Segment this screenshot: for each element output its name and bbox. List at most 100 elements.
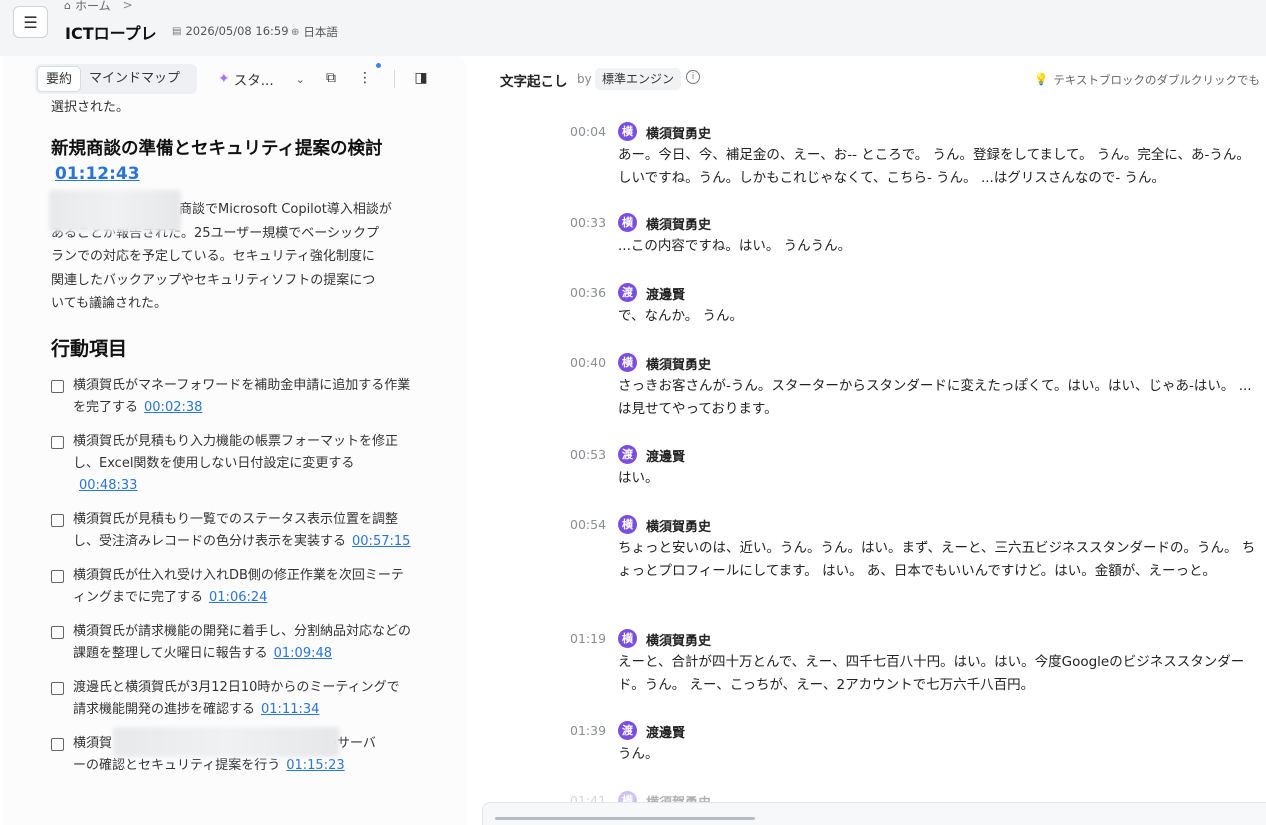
action-checkbox[interactable] xyxy=(51,625,64,639)
entry-time[interactable]: 00:53 xyxy=(570,447,606,462)
ai-template-button[interactable]: ✦ スタ... ⌄ xyxy=(218,67,305,91)
speaker-name: 渡邊賢 xyxy=(646,288,686,303)
speaker-name: 横須賀勇史 xyxy=(646,520,712,535)
speaker-name: 横須賀勇史 xyxy=(646,218,712,233)
action-timestamp[interactable]: 01:11:34 xyxy=(261,702,319,717)
speaker-avatar: 横 xyxy=(618,213,637,232)
toolbar-divider xyxy=(394,70,395,88)
entry-time[interactable]: 01:39 xyxy=(570,723,606,738)
action-timestamp[interactable]: 00:48:33 xyxy=(79,478,137,493)
calendar-icon: ▤ xyxy=(172,25,182,37)
action-text: 横須賀氏がマネーフォワードを補助金申請に追加する作業を完了する xyxy=(73,377,411,415)
tab-mindmap[interactable]: マインドマップ xyxy=(81,66,188,92)
speaker-name: 横須賀勇史 xyxy=(646,358,712,373)
transcript-title: 文字起こし xyxy=(500,74,568,90)
top-bar: ☰ ⌂ ホーム > ICTロープレ ▤ 2026/05/08 16:59 ⊕ 日… xyxy=(0,0,1266,56)
para-line: 関連したバックアップやセキュリティソフトの提案につ xyxy=(51,272,376,288)
redaction-blur xyxy=(113,726,339,757)
breadcrumb-separator: > xyxy=(122,0,133,12)
action-items-list: 横須賀氏がマネーフォワードを補助金申請に追加する作業を完了する 00:02:38 … xyxy=(51,375,411,777)
action-text: ーの確認とセキュリティ提案を行う xyxy=(73,757,281,773)
page-title: ICTロープレ xyxy=(65,24,157,43)
summary-panel: 要約 マインドマップ ✦ スタ... ⌄ ⧉ ⋮ ◨ 選択された。 新規商談の準… xyxy=(3,56,466,825)
utterance-text[interactable]: えーと、合計が四十万とんで、えー、四千七百八十円。はい。はい。今度Googleの… xyxy=(618,651,1258,696)
action-checkbox[interactable] xyxy=(51,569,64,583)
hamburger-icon: ☰ xyxy=(23,12,38,32)
action-checkbox[interactable] xyxy=(51,379,64,393)
summary-cut-line: 選択された。 xyxy=(51,100,130,115)
meeting-datetime: ▤ 2026/05/08 16:59 xyxy=(172,24,289,38)
entry-time[interactable]: 00:54 xyxy=(570,517,606,532)
utterance-text[interactable]: はい。 xyxy=(618,467,1258,490)
globe-icon: ⊕ xyxy=(291,26,300,38)
speaker-name: 渡邊賢 xyxy=(646,726,686,741)
section-timestamp[interactable]: 01:12:43 xyxy=(55,164,140,184)
speaker-avatar: 横 xyxy=(618,515,637,534)
transcript-by: by xyxy=(577,72,592,86)
action-item: 横須賀 ルサーバ ーの確認とセキュリティ提案を行う 01:15:23 xyxy=(51,726,411,777)
action-checkbox[interactable] xyxy=(51,435,64,449)
speaker-name: 横須賀勇史 xyxy=(646,634,712,649)
info-icon[interactable]: i xyxy=(686,70,700,84)
speaker-avatar: 渡 xyxy=(618,445,637,464)
action-items-title: 行動項目 xyxy=(51,337,128,360)
utterance-text[interactable]: ちょっと安いのは、近い。うん。うん。はい。まず、えーと、三六五ビジネススタンダー… xyxy=(618,537,1258,582)
action-text: 横須賀氏が請求機能の開発に着手し、分割納品対応などの課題を整理して火曜日に報告す… xyxy=(73,623,412,661)
datetime-text: 2026/05/08 16:59 xyxy=(185,24,289,38)
action-checkbox[interactable] xyxy=(51,681,64,695)
action-timestamp[interactable]: 01:09:48 xyxy=(274,646,332,661)
transcript-panel: 文字起こし by 標準エンジン i 💡 テキストブロックのダブルクリックでも 00… xyxy=(466,56,1266,825)
entry-time[interactable]: 01:19 xyxy=(570,631,606,646)
action-item: 横須賀氏がマネーフォワードを補助金申請に追加する作業を完了する 00:02:38 xyxy=(51,375,411,419)
audio-player-bar[interactable] xyxy=(482,802,1266,825)
action-text: 渡邊氏と横須賀氏が3月12日10時からのミーティングで請求機能開発の進捗を確認す… xyxy=(73,679,400,717)
action-checkbox[interactable] xyxy=(51,737,64,751)
action-item: 横須賀氏が請求機能の開発に着手し、分割納品対応などの課題を整理して火曜日に報告す… xyxy=(51,621,411,665)
sparkle-icon: ✦ xyxy=(218,71,230,87)
action-timestamp[interactable]: 01:06:24 xyxy=(209,590,267,605)
speaker-name: 渡邊賢 xyxy=(646,450,686,465)
hint-text: 💡 テキストブロックのダブルクリックでも xyxy=(1034,72,1260,88)
summary-content: 選択された。 新規商談の準備とセキュリティ提案の検討 01:12:43 商談でM… xyxy=(49,96,411,789)
menu-button[interactable]: ☰ xyxy=(13,6,48,38)
home-icon[interactable]: ⌂ xyxy=(64,0,71,12)
utterance-text[interactable]: で、なんか。 うん。 xyxy=(618,305,1258,328)
language-text: 日本語 xyxy=(303,25,338,39)
redaction-blur xyxy=(49,190,181,232)
speaker-avatar: 横 xyxy=(618,122,637,141)
action-text: 横須賀氏が見積もり一覧でのステータス表示位置を調整し、受注済みレコードの色分け表… xyxy=(73,511,399,549)
action-item: 横須賀氏が見積もり入力機能の帳票フォーマットを修正し、Excel関数を使用しない… xyxy=(51,431,411,497)
engine-badge[interactable]: 標準エンジン xyxy=(595,68,682,90)
entry-time[interactable]: 00:40 xyxy=(570,355,606,370)
collapse-panel-icon[interactable]: ◨ xyxy=(411,68,431,88)
entry-time[interactable]: 00:33 xyxy=(570,215,606,230)
speaker-avatar: 横 xyxy=(618,353,637,372)
copy-icon[interactable]: ⧉ xyxy=(321,68,341,88)
view-switcher: 要約 マインドマップ xyxy=(35,64,197,94)
action-item: 横須賀氏が見積もり一覧でのステータス表示位置を調整し、受注済みレコードの色分け表… xyxy=(51,509,411,553)
lightbulb-icon: 💡 xyxy=(1034,72,1049,86)
chevron-down-icon: ⌄ xyxy=(295,72,305,86)
action-timestamp[interactable]: 00:57:15 xyxy=(352,534,410,549)
more-icon[interactable]: ⋮ xyxy=(355,68,375,88)
utterance-text[interactable]: あー。今日、今、補足金の、えー、お-- ところで。 うん。登録をしてまして。 う… xyxy=(618,144,1258,189)
action-item: 横須賀氏が仕入れ受け入れDB側の修正作業を次回ミーティングまでに完了する 01:0… xyxy=(51,565,411,609)
action-timestamp[interactable]: 00:02:38 xyxy=(144,400,202,415)
section-paragraph: 商談でMicrosoft Copilot導入相談が あることが報告された。25ユ… xyxy=(49,190,411,316)
para-line: ランでの対応を予定している。セキュリティ強化制度に xyxy=(51,249,375,264)
tab-summary[interactable]: 要約 xyxy=(37,66,82,92)
speaker-avatar: 渡 xyxy=(618,283,637,302)
meeting-language: ⊕ 日本語 xyxy=(291,24,338,40)
entry-time[interactable]: 00:36 xyxy=(570,285,606,300)
playback-progress-track[interactable] xyxy=(495,817,755,820)
section-title: 新規商談の準備とセキュリティ提案の検討 xyxy=(51,139,383,159)
action-timestamp[interactable]: 01:15:23 xyxy=(286,758,344,773)
speaker-name: 横須賀勇史 xyxy=(646,127,712,142)
ai-template-label: スタ... xyxy=(233,73,274,89)
utterance-text[interactable]: うん。 xyxy=(618,743,1258,766)
breadcrumb-home[interactable]: ホーム xyxy=(75,0,111,14)
utterance-text[interactable]: ...この内容ですね。はい。 うんうん。 xyxy=(618,235,1258,258)
action-checkbox[interactable] xyxy=(51,513,64,527)
entry-time[interactable]: 00:04 xyxy=(570,124,606,139)
utterance-text[interactable]: さっきお客さんが-うん。スターターからスタンダードに変えたっぽくて。はい。はい、… xyxy=(618,375,1258,420)
